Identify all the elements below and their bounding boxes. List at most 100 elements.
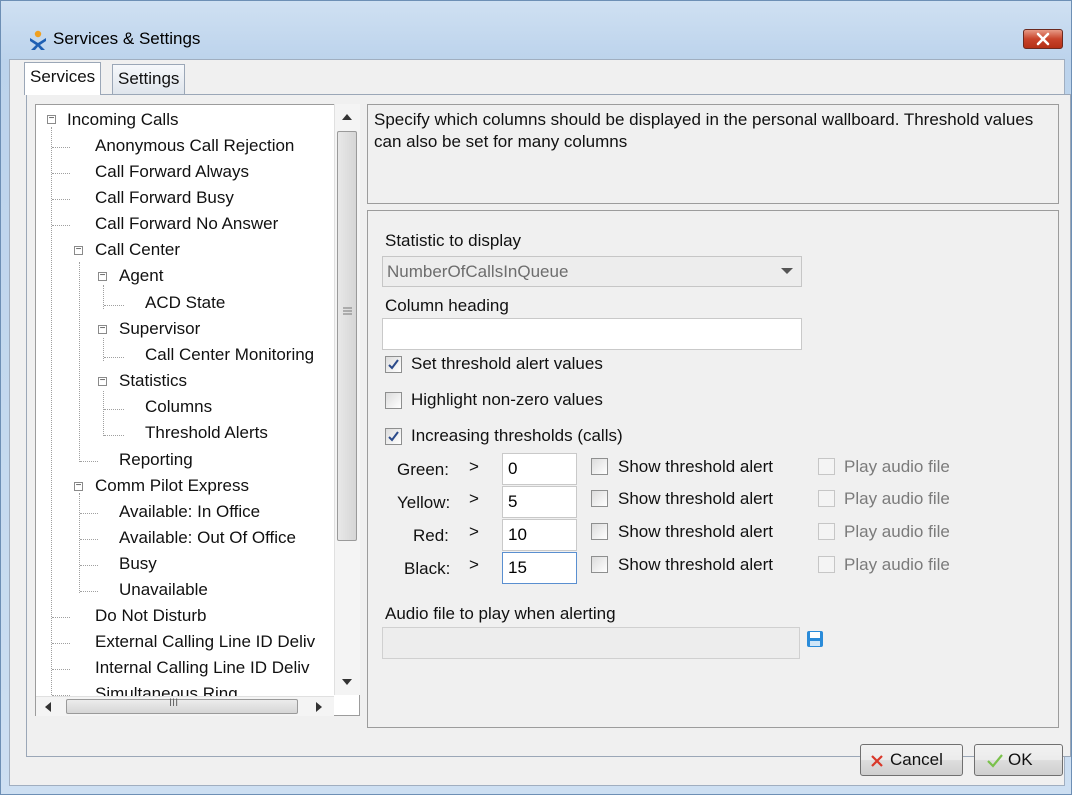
collapse-icon[interactable]: − <box>74 481 83 491</box>
column-heading-label: Column heading <box>385 296 509 315</box>
checkmark-icon <box>388 359 399 370</box>
tree-item-busy[interactable]: Busy <box>119 553 157 575</box>
threshold-value-input[interactable] <box>502 552 577 584</box>
tree-item-acd-state[interactable]: ACD State <box>145 292 225 314</box>
cancel-button[interactable]: Cancel <box>860 744 963 776</box>
tree-item-columns[interactable]: Columns <box>145 396 212 418</box>
tree-item-call-forward-no-answer[interactable]: Call Forward No Answer <box>95 213 278 235</box>
show-threshold-alert-checkbox[interactable] <box>591 556 608 573</box>
increasing-thresholds-label[interactable]: Increasing thresholds (calls) <box>411 426 623 446</box>
tree-item-agent[interactable]: Agent <box>119 265 163 287</box>
services-tree[interactable]: − − − − − − Incoming Calls Anonymous Cal… <box>35 104 360 716</box>
tree-item-statistics[interactable]: Statistics <box>119 370 187 392</box>
tree-vertical-scrollbar[interactable] <box>334 104 360 695</box>
tree-item-call-forward-busy[interactable]: Call Forward Busy <box>95 187 234 209</box>
tree-guide-line <box>103 391 104 436</box>
threshold-name: Red: <box>413 526 449 545</box>
tree-item-incoming-calls[interactable]: Incoming Calls <box>67 109 179 131</box>
set-threshold-label[interactable]: Set threshold alert values <box>411 354 603 374</box>
scroll-right-arrow-icon[interactable] <box>316 702 323 712</box>
show-threshold-alert-checkbox[interactable] <box>591 523 608 540</box>
statistic-select[interactable]: NumberOfCallsInQueue <box>382 256 802 287</box>
tree-item-do-not-disturb[interactable]: Do Not Disturb <box>95 605 206 627</box>
tree-item-comm-pilot-express[interactable]: Comm Pilot Express <box>95 475 249 497</box>
tree-item-available-out-of-office[interactable]: Available: Out Of Office <box>119 527 296 549</box>
collapse-icon[interactable]: − <box>98 376 107 386</box>
highlight-nonzero-checkbox[interactable] <box>385 392 402 409</box>
show-threshold-alert-label[interactable]: Show threshold alert <box>618 522 773 542</box>
scroll-up-arrow-icon[interactable] <box>342 113 352 120</box>
play-audio-checkbox[interactable] <box>818 556 835 573</box>
collapse-icon[interactable]: − <box>74 245 83 255</box>
tree-guide-line <box>51 127 52 715</box>
column-heading-input[interactable] <box>382 318 802 350</box>
title-bar[interactable]: Services & Settings <box>1 1 1071 50</box>
threshold-name: Green: <box>397 460 449 479</box>
show-threshold-alert-checkbox[interactable] <box>591 458 608 475</box>
collapse-icon[interactable]: − <box>98 271 107 281</box>
scroll-down-arrow-icon[interactable] <box>342 679 352 686</box>
tree-item-reporting[interactable]: Reporting <box>119 449 193 471</box>
tree-item-call-forward-always[interactable]: Call Forward Always <box>95 161 249 183</box>
tree-guide-line <box>52 643 70 644</box>
vertical-scroll-thumb[interactable] <box>337 131 357 541</box>
statistic-select-value: NumberOfCallsInQueue <box>387 262 569 281</box>
threshold-name: Yellow: <box>397 493 451 512</box>
save-icon[interactable] <box>806 630 826 650</box>
collapse-icon[interactable]: − <box>47 114 56 124</box>
tree-item-internal-calling-line-id[interactable]: Internal Calling Line ID Deliv <box>95 657 310 679</box>
tree-guide-line <box>104 435 124 436</box>
tab-services[interactable]: Services <box>24 62 102 95</box>
tree-item-unavailable[interactable]: Unavailable <box>119 579 208 601</box>
play-audio-label[interactable]: Play audio file <box>844 522 950 542</box>
tab-settings[interactable]: Settings <box>112 64 186 94</box>
tree-item-external-calling-line-id[interactable]: External Calling Line ID Deliv <box>95 631 315 653</box>
grip-icon: III <box>169 697 179 709</box>
tree-item-threshold-alerts[interactable]: Threshold Alerts <box>145 422 268 444</box>
play-audio-label[interactable]: Play audio file <box>844 457 950 477</box>
scroll-left-arrow-icon[interactable] <box>44 702 51 712</box>
tree-guide-line <box>80 565 98 566</box>
close-icon <box>1036 32 1050 46</box>
tree-guide-line <box>52 669 70 670</box>
tree-item-available-in-office[interactable]: Available: In Office <box>119 501 260 523</box>
play-audio-checkbox[interactable] <box>818 523 835 540</box>
show-threshold-alert-label[interactable]: Show threshold alert <box>618 555 773 575</box>
threshold-value-input[interactable] <box>502 453 577 485</box>
threshold-value-input[interactable] <box>502 486 577 518</box>
tree-guide-line <box>79 262 80 462</box>
play-audio-label[interactable]: Play audio file <box>844 489 950 509</box>
audio-file-input[interactable] <box>382 627 800 659</box>
show-threshold-alert-checkbox[interactable] <box>591 490 608 507</box>
tree-item-anonymous-call-rejection[interactable]: Anonymous Call Rejection <box>95 135 294 157</box>
highlight-nonzero-label[interactable]: Highlight non-zero values <box>411 390 603 410</box>
threshold-value-input[interactable] <box>502 519 577 551</box>
horizontal-scroll-thumb[interactable]: III <box>66 697 298 714</box>
increasing-thresholds-checkbox[interactable] <box>385 428 402 445</box>
cancel-x-icon <box>871 755 883 767</box>
ok-button[interactable]: OK <box>974 744 1063 776</box>
tree-item-call-center[interactable]: Call Center <box>95 239 180 261</box>
play-audio-checkbox[interactable] <box>818 490 835 507</box>
checkmark-icon <box>388 431 399 442</box>
tree-guide-line <box>80 539 98 540</box>
play-audio-checkbox[interactable] <box>818 458 835 475</box>
set-threshold-checkbox[interactable] <box>385 356 402 373</box>
tree-guide-line <box>52 617 70 618</box>
show-threshold-alert-label[interactable]: Show threshold alert <box>618 489 773 509</box>
play-audio-label[interactable]: Play audio file <box>844 555 950 575</box>
app-logo-icon <box>28 30 48 55</box>
tree-item-call-center-monitoring[interactable]: Call Center Monitoring <box>145 344 314 366</box>
greater-than-symbol: > <box>469 522 479 541</box>
ok-label: OK <box>1008 750 1033 769</box>
show-threshold-alert-label[interactable]: Show threshold alert <box>618 457 773 477</box>
statistic-label: Statistic to display <box>385 231 522 250</box>
chevron-down-icon <box>781 268 793 274</box>
close-button[interactable] <box>1023 29 1063 49</box>
tree-guide-line <box>80 461 98 462</box>
threshold-name: Black: <box>404 559 451 578</box>
tree-horizontal-scrollbar[interactable]: III <box>36 696 334 716</box>
tree-item-supervisor[interactable]: Supervisor <box>119 318 200 340</box>
collapse-icon[interactable]: − <box>98 324 107 334</box>
description-panel: Specify which columns should be displaye… <box>367 104 1059 204</box>
